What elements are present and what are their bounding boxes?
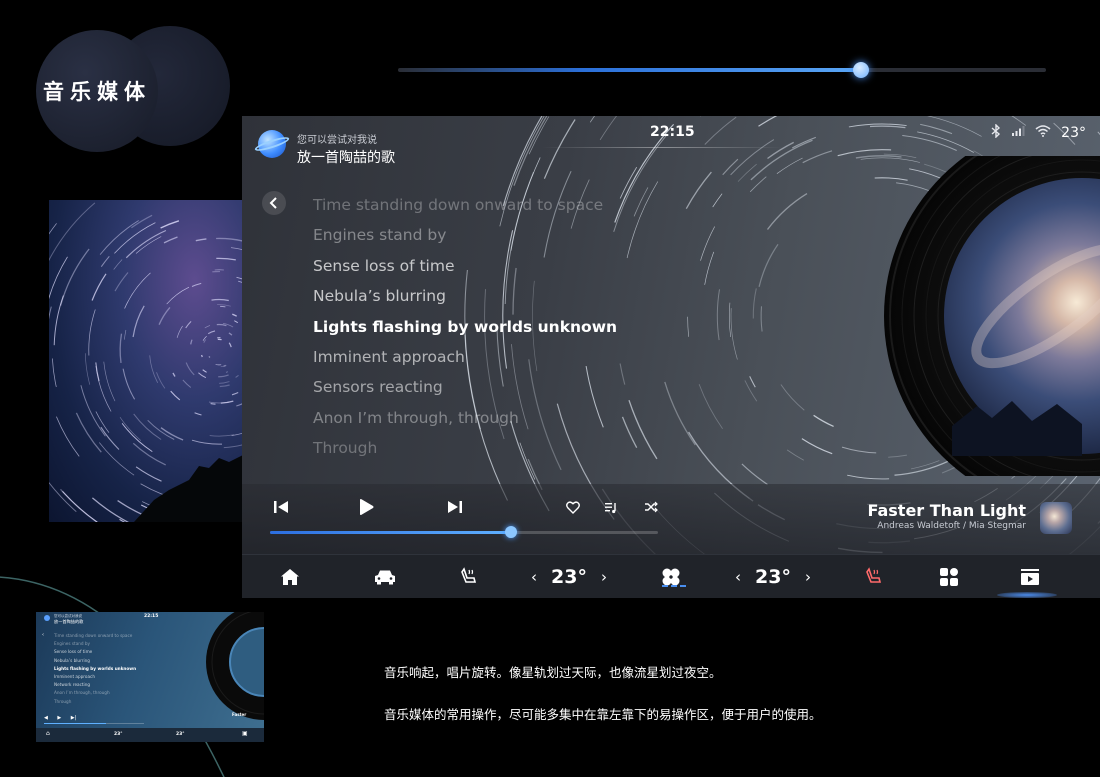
top-slider-knob[interactable]	[853, 62, 870, 78]
bluetooth-icon	[991, 123, 1001, 141]
driver-temp-increase-icon[interactable]: ›	[601, 568, 607, 586]
song-title: Faster Than Light	[867, 501, 1026, 520]
title-circle: 音乐媒体	[36, 30, 158, 152]
preview-song-title: Faster	[232, 712, 247, 717]
preview-lyric-line: Anon I’m through, through	[54, 690, 110, 696]
dock-driver-seat-heat[interactable]	[454, 555, 482, 598]
song-artist: Andreas Waldetoft / Mia Stegmar	[877, 521, 1026, 531]
preview-assistant-command: 放一首陶喆的歌	[54, 619, 84, 624]
lyric-line[interactable]: Lights flashing by worlds unknown	[313, 312, 733, 342]
playback-progress[interactable]	[270, 526, 658, 538]
apps-grid-icon	[940, 568, 958, 586]
next-button[interactable]	[444, 496, 466, 518]
preview-progress	[44, 723, 144, 724]
preview-controls: ◀ ▶ ▶|	[44, 715, 77, 721]
dock-apps[interactable]	[936, 555, 962, 598]
star-trail-photo	[49, 200, 243, 522]
caption-1: 音乐响起，唱片旋转。像星轨划过天际，也像流星划过夜空。	[384, 665, 722, 680]
lyric-line[interactable]: Through	[313, 433, 733, 463]
lyric-line[interactable]: Engines stand by	[313, 220, 733, 250]
back-button[interactable]	[262, 191, 286, 215]
preview-assistant-icon	[44, 615, 50, 621]
wifi-icon	[1035, 125, 1051, 140]
playback-progress-fill	[270, 531, 511, 534]
chevron-left-icon	[269, 197, 277, 209]
signal-icon	[1011, 125, 1025, 140]
preview-lyric-line: Time standing down onward to space	[54, 633, 133, 638]
lyric-line[interactable]: Sense loss of time	[313, 251, 733, 281]
prev-button[interactable]	[270, 496, 292, 518]
playlist-icon	[605, 502, 616, 513]
lyric-line[interactable]: Time standing down onward to space	[313, 190, 733, 220]
top-slider[interactable]	[398, 62, 1046, 78]
clock: 22:15	[650, 124, 695, 140]
play-button[interactable]	[354, 495, 378, 519]
skip-next-icon	[448, 501, 462, 513]
passenger-temperature: 23°	[755, 566, 791, 588]
driver-temperature: 23°	[551, 566, 587, 588]
favorite-button[interactable]	[562, 496, 584, 518]
playback-progress-knob[interactable]	[504, 526, 517, 538]
preview-media-icon: ▣	[242, 730, 248, 737]
shuffle-button[interactable]	[640, 496, 662, 518]
play-icon	[360, 499, 374, 515]
passenger-temp-decrease-icon[interactable]: ‹	[735, 568, 741, 586]
dock-vehicle[interactable]	[370, 555, 400, 598]
passenger-temp-increase-icon[interactable]: ›	[805, 568, 811, 586]
preview-lyric-line: Imminent approach	[54, 674, 96, 679]
preview-clock: 22:15	[144, 614, 159, 619]
playlist-button[interactable]	[600, 496, 622, 518]
seat-heat-active-icon	[866, 567, 882, 583]
skip-previous-icon	[274, 501, 288, 513]
preview-screen: 您可以尝试对我说 放一首陶喆的歌 22:15 ‹ Time standing d…	[36, 612, 264, 742]
lyrics-list[interactable]: Time standing down onward to space Engine…	[313, 190, 733, 464]
lyric-line[interactable]: Sensors reacting	[313, 372, 733, 402]
preview-home-icon: ⌂	[46, 730, 50, 737]
dock-passenger-seat-heat[interactable]	[859, 555, 887, 598]
status-bar: 23°	[991, 123, 1086, 141]
preview-passenger-temp: 23°	[176, 732, 185, 737]
shuffle-icon	[645, 501, 658, 513]
outside-temperature: 23°	[1061, 124, 1086, 141]
heart-icon	[566, 500, 580, 514]
seat-heat-icon	[461, 567, 477, 583]
fan-level-indicator	[662, 585, 686, 587]
assistant-hint: 您可以尝试对我说	[297, 135, 377, 146]
preview-lyric-line: Engines stand by	[54, 641, 91, 647]
vinyl-record	[884, 156, 1100, 476]
preview-dock: ⌂ 23° 23° ▣	[36, 728, 264, 742]
preview-lyric-line: Nebula’s blurring	[54, 657, 90, 663]
preview-driver-temp: 23°	[114, 732, 123, 737]
media-screen: 您可以尝试对我说 放一首陶喆的歌 22:15 23° Time standing…	[242, 116, 1100, 598]
preview-lyric-line: Network reacting	[54, 682, 91, 688]
preview-lyric-line: Through	[54, 698, 72, 704]
caption-2: 音乐媒体的常用操作，尽可能多集中在靠左靠下的易操作区，便于用户的使用。	[384, 707, 822, 722]
lyric-line[interactable]: Imminent approach	[313, 342, 733, 372]
lyric-line[interactable]: Nebula’s blurring	[313, 281, 733, 311]
dock-fan[interactable]	[658, 555, 684, 598]
assistant-command: 放一首陶喆的歌	[297, 150, 395, 166]
driver-temp-decrease-icon[interactable]: ‹	[531, 568, 537, 586]
lyric-line[interactable]: Anon I’m through, through	[313, 403, 733, 433]
preview-lyric-line: Sense loss of time	[54, 649, 93, 655]
clock-divider	[542, 147, 782, 148]
car-icon	[375, 570, 395, 585]
top-slider-fill	[398, 68, 862, 72]
driver-temperature-control[interactable]: ‹ 23° ›	[528, 555, 610, 598]
bottom-dock: ‹ 23° › ‹ 23° ›	[242, 554, 1100, 598]
section-title: 音乐媒体	[43, 80, 151, 104]
fan-icon	[662, 568, 680, 586]
album-art-thumbnail[interactable]	[1040, 502, 1072, 534]
passenger-temperature-control[interactable]: ‹ 23° ›	[732, 555, 814, 598]
media-player-icon	[1021, 569, 1039, 585]
preview-back-icon: ‹	[42, 632, 44, 638]
preview-lyric-line: Lights flashing by worlds unknown	[54, 665, 137, 671]
active-tab-glow	[997, 592, 1057, 598]
